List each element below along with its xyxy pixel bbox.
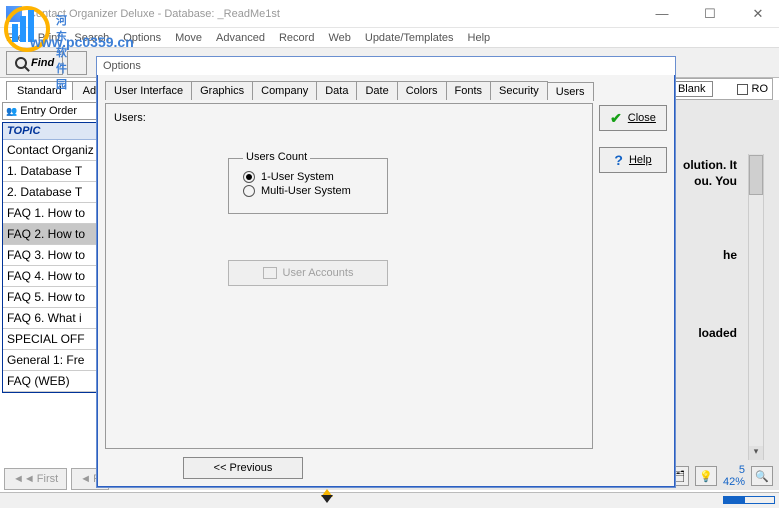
menu-search[interactable]: Search [74, 32, 109, 44]
users-count-legend: Users Count [243, 151, 310, 163]
menu-print[interactable]: Print [38, 32, 61, 44]
accounts-icon [263, 267, 277, 279]
menu-web[interactable]: Web [328, 32, 350, 44]
users-label: Users: [114, 112, 584, 124]
tab-standard[interactable]: Standard [6, 81, 73, 100]
close-window-button[interactable]: ✕ [743, 6, 773, 22]
user-accounts-button: User Accounts [228, 260, 388, 286]
vertical-scrollbar[interactable]: ▴ ▾ [748, 154, 764, 460]
menu-update[interactable]: Update/Templates [365, 32, 454, 44]
blank-button[interactable]: Blank [671, 81, 713, 97]
ro-label: RO [752, 83, 769, 95]
dialog-tab-company[interactable]: Company [253, 81, 317, 100]
topic-item[interactable]: 1. Database T [3, 161, 96, 182]
menu-file[interactable]: File [6, 32, 24, 44]
dialog-tabs: User InterfaceGraphicsCompanyDataDateCol… [99, 75, 673, 100]
content-fragment: ou. You [694, 174, 737, 188]
toolbar-button-2[interactable] [67, 51, 87, 75]
help-button[interactable]: ? Help [599, 147, 667, 173]
dialog-title: Options [97, 57, 675, 75]
count-number: 5 [739, 464, 745, 476]
topic-item[interactable]: FAQ 3. How to [3, 245, 96, 266]
minimize-button[interactable]: ― [647, 6, 677, 22]
topic-item[interactable]: SPECIAL OFF [3, 329, 96, 350]
scroll-thumb[interactable] [749, 155, 763, 195]
topic-item[interactable]: FAQ 2. How to [3, 224, 96, 245]
dialog-tab-colors[interactable]: Colors [398, 81, 447, 100]
topic-header: TOPIC [3, 123, 96, 140]
maximize-button[interactable]: ☐ [695, 6, 725, 22]
topic-item[interactable]: FAQ 6. What i [3, 308, 96, 329]
dialog-tab-security[interactable]: Security [491, 81, 548, 100]
zoom-icon[interactable]: 🔍 [751, 466, 773, 486]
options-dialog: Options User InterfaceGraphicsCompanyDat… [96, 56, 676, 488]
dialog-tab-user-interface[interactable]: User Interface [105, 81, 192, 100]
content-fragment: he [723, 248, 737, 262]
first-record-button[interactable]: ◄◄ First [4, 468, 67, 490]
question-icon: ? [614, 152, 623, 168]
app-icon [6, 6, 22, 22]
titlebar: Contact Organizer Deluxe - Database: _Re… [0, 0, 779, 28]
menu-move[interactable]: Move [175, 32, 202, 44]
content-fragment: olution. It [683, 158, 737, 172]
menu-help[interactable]: Help [468, 32, 491, 44]
radio-icon [243, 171, 255, 183]
close-label: Close [628, 112, 656, 124]
menubar: File Print Search Options Move Advanced … [0, 28, 779, 48]
topic-item[interactable]: FAQ (WEB) [3, 371, 96, 392]
right-top-controls: Blank RO [666, 78, 773, 100]
record-nav: ◄◄ First ◄ P [4, 468, 109, 490]
ro-checkbox[interactable] [737, 84, 748, 95]
menu-advanced[interactable]: Advanced [216, 32, 265, 44]
dialog-page-users: Users: Users Count 1-User System Multi-U… [105, 103, 593, 449]
left-panel: 👥 Entry Order TOPIC Contact Organiz1. Da… [0, 100, 100, 490]
scroll-down-icon[interactable]: ▾ [749, 446, 763, 460]
search-icon [15, 57, 27, 69]
topic-item[interactable]: FAQ 5. How to [3, 287, 96, 308]
topic-item[interactable]: FAQ 1. How to [3, 203, 96, 224]
dialog-tab-graphics[interactable]: Graphics [192, 81, 253, 100]
user-accounts-label: User Accounts [283, 267, 354, 279]
content-fragment: loaded [698, 326, 737, 340]
topic-list: Contact Organiz1. Database T2. Database … [3, 140, 96, 392]
topic-item[interactable]: General 1: Fre [3, 350, 96, 371]
find-label: Find [31, 57, 54, 69]
tool-icon-2[interactable]: 💡 [695, 466, 717, 486]
find-button[interactable]: Find [6, 51, 63, 75]
topic-item[interactable]: Contact Organiz [3, 140, 96, 161]
check-icon: ✔ [610, 110, 622, 127]
dialog-tab-fonts[interactable]: Fonts [447, 81, 492, 100]
topic-item[interactable]: FAQ 4. How to [3, 266, 96, 287]
dialog-tab-data[interactable]: Data [317, 81, 357, 100]
close-button[interactable]: ✔ Close [599, 105, 667, 131]
radio-multi-user[interactable]: Multi-User System [243, 185, 373, 197]
radio-1-user[interactable]: 1-User System [243, 171, 373, 183]
people-icon: 👥 [6, 106, 17, 117]
users-count-group: Users Count 1-User System Multi-User Sys… [228, 158, 388, 214]
dialog-tab-users[interactable]: Users [548, 82, 594, 101]
menu-record[interactable]: Record [279, 32, 314, 44]
progress-bar [723, 496, 775, 504]
entry-order[interactable]: 👥 Entry Order [2, 102, 97, 120]
window-title: Contact Organizer Deluxe - Database: _Re… [28, 8, 647, 20]
previous-button[interactable]: << Previous [183, 457, 303, 479]
status-bar [0, 492, 779, 508]
radio-multi-user-label: Multi-User System [261, 185, 351, 197]
dialog-tab-date[interactable]: Date [357, 81, 397, 100]
radio-1-user-label: 1-User System [261, 171, 334, 183]
menu-options[interactable]: Options [123, 32, 161, 44]
help-label: Help [629, 154, 652, 166]
radio-icon [243, 185, 255, 197]
connector-icon [320, 489, 334, 503]
zoom-percent: 42% [723, 476, 745, 488]
topic-item[interactable]: 2. Database T [3, 182, 96, 203]
entry-order-label: Entry Order [20, 105, 77, 117]
bottom-right-tools: 🗂 💡 5 42% 🔍 [667, 464, 773, 488]
